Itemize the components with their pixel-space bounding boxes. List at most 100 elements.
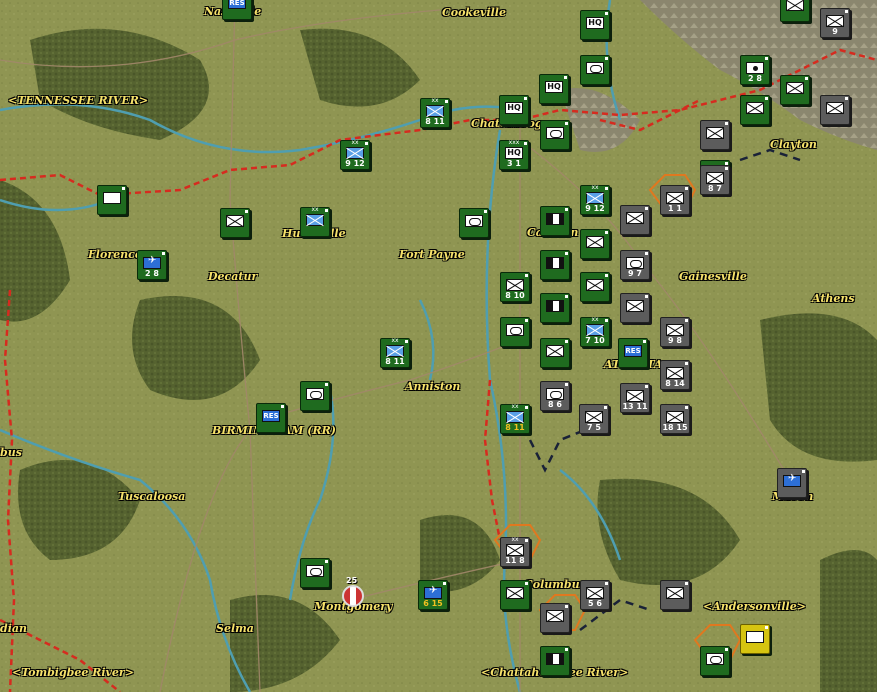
- unit-counter-u43[interactable]: [300, 381, 330, 411]
- unit-status-dot: [122, 187, 125, 190]
- unit-counter-u18[interactable]: 8 7: [700, 165, 730, 195]
- unit-counter-u54[interactable]: [500, 580, 530, 610]
- unit-counter-u27[interactable]: 2 8: [137, 250, 167, 280]
- unit-counter-u38[interactable]: xx 7 10: [580, 317, 610, 347]
- unit-counter-u53[interactable]: 6 15: [418, 580, 448, 610]
- turn-marker-icon[interactable]: [342, 585, 364, 607]
- chk-icon: [546, 653, 564, 665]
- unit-counter-u11[interactable]: HQ: [499, 95, 529, 125]
- city-label-cookeville: Cookeville: [442, 6, 506, 19]
- unit-counter-u21[interactable]: xx: [300, 207, 330, 237]
- unit-counter-u35[interactable]: [620, 293, 650, 323]
- unit-counter-u29[interactable]: [540, 250, 570, 280]
- city-label-selma: Selma: [216, 622, 254, 635]
- inf-icon: [586, 279, 604, 291]
- inf-icon: [306, 214, 324, 226]
- unit-counter-u28[interactable]: [580, 229, 610, 259]
- unit-counter-u23[interactable]: [540, 206, 570, 236]
- unit-counter-u15[interactable]: xx 9 12: [340, 140, 370, 170]
- unit-status-dot: [565, 648, 568, 651]
- inf-icon: [786, 82, 804, 94]
- unit-status-dot: [845, 97, 848, 100]
- city-label-fort-payne: Fort Payne: [399, 248, 465, 261]
- unit-counter-u26[interactable]: [620, 205, 650, 235]
- unit-counter-u19[interactable]: [459, 208, 489, 238]
- unit-counter-u48[interactable]: 7 5: [579, 404, 609, 434]
- unit-counter-u24[interactable]: xx 9 12: [580, 185, 610, 215]
- unit-counter-u31[interactable]: 9 7: [620, 250, 650, 280]
- unit-strength: 2 8: [145, 269, 159, 278]
- unit-counter-u3[interactable]: 9: [820, 8, 850, 38]
- unit-counter-u36[interactable]: [500, 317, 530, 347]
- unit-counter-u46[interactable]: 13 11: [620, 383, 650, 413]
- unit-counter-u6[interactable]: HQ: [539, 74, 569, 104]
- arm-icon: [626, 257, 644, 269]
- hq-icon: HQ: [586, 17, 604, 29]
- unit-counter-u60[interactable]: [740, 624, 770, 654]
- arm-icon: [306, 565, 324, 577]
- unit-counter-u39[interactable]: 9 8: [660, 317, 690, 347]
- unit-counter-u16[interactable]: HQ xxx 3 1: [499, 140, 529, 170]
- unit-strength: 6 15: [423, 599, 443, 608]
- inf-icon: [626, 212, 644, 224]
- unit-status-dot: [281, 405, 284, 408]
- inf-icon: [666, 192, 684, 204]
- res-icon: RES: [624, 345, 642, 357]
- unit-counter-u49[interactable]: 18 15: [660, 404, 690, 434]
- unit-status-dot: [443, 582, 446, 585]
- unit-counter-u1[interactable]: RES: [222, 0, 252, 20]
- inf-icon: [626, 300, 644, 312]
- unit-counter-u41[interactable]: RES: [618, 338, 648, 368]
- unit-counter-u40[interactable]: xx 8 11: [380, 338, 410, 368]
- unit-counter-u7[interactable]: 2 8: [740, 55, 770, 85]
- hq-icon: [746, 631, 764, 643]
- inf-icon: [506, 279, 524, 291]
- unit-strength: 8 10: [505, 291, 525, 300]
- unit-counter-u9[interactable]: [820, 95, 850, 125]
- city-label-tuscaloosa: Tuscaloosa: [118, 490, 186, 503]
- unit-counter-u13[interactable]: [740, 95, 770, 125]
- unit-status-dot: [565, 122, 568, 125]
- unit-counter-u10[interactable]: xx 8 11: [420, 98, 450, 128]
- unit-counter-u8[interactable]: [780, 75, 810, 105]
- game-map[interactable]: Nashville Cookeville <TENNESSEE RIVER> C…: [0, 0, 877, 692]
- unit-counter-u50[interactable]: [777, 468, 807, 498]
- unit-counter-u59[interactable]: [700, 646, 730, 676]
- arm-icon: [546, 127, 564, 139]
- unit-counter-u2[interactable]: HQ: [580, 10, 610, 40]
- city-label-columbus-ms: bus: [0, 446, 22, 459]
- arm-icon: [586, 62, 604, 74]
- inf-icon: [666, 587, 684, 599]
- unit-counter-u22[interactable]: [97, 185, 127, 215]
- unit-counter-u42[interactable]: 8 14: [660, 360, 690, 390]
- unit-status-dot: [685, 582, 688, 585]
- unit-counter-u45[interactable]: 8 6: [540, 381, 570, 411]
- unit-counter-u14[interactable]: [700, 120, 730, 150]
- unit-strength: 9: [832, 27, 838, 36]
- unit-counter-u44[interactable]: RES: [256, 403, 286, 433]
- unit-counter-u4[interactable]: [780, 0, 810, 22]
- unit-counter-u57[interactable]: [540, 603, 570, 633]
- city-label-decatur: Decatur: [208, 270, 258, 283]
- unit-counter-u51[interactable]: xx 11 8: [500, 537, 530, 567]
- unit-counter-u33[interactable]: [540, 293, 570, 323]
- unit-counter-u25[interactable]: 1 1: [660, 185, 690, 215]
- unit-status-dot: [805, 77, 808, 80]
- unit-counter-u5[interactable]: [580, 55, 610, 85]
- unit-strength: 8 7: [708, 184, 722, 193]
- river-label-tombigbee: <Tombigbee River>: [12, 666, 134, 679]
- unit-counter-u55[interactable]: 5 6: [580, 580, 610, 610]
- unit-counter-u56[interactable]: [660, 580, 690, 610]
- unit-counter-u34[interactable]: [580, 272, 610, 302]
- inf-icon: [586, 192, 604, 204]
- unit-status-dot: [325, 560, 328, 563]
- unit-counter-u37[interactable]: [540, 338, 570, 368]
- unit-counter-u47[interactable]: xx 8 11: [500, 404, 530, 434]
- unit-counter-u32[interactable]: 8 10: [500, 272, 530, 302]
- unit-counter-u52[interactable]: [300, 558, 330, 588]
- unit-status-dot: [725, 122, 728, 125]
- unit-counter-u20[interactable]: [220, 208, 250, 238]
- unit-counter-u58[interactable]: [540, 646, 570, 676]
- inf-icon: [666, 411, 684, 423]
- unit-counter-u12[interactable]: [540, 120, 570, 150]
